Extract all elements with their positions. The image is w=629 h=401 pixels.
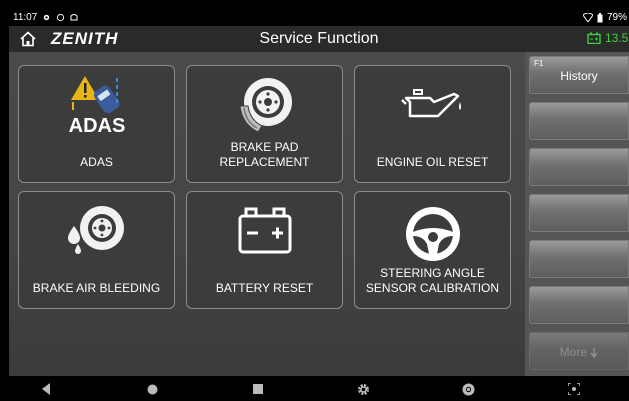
- empty-side-button[interactable]: [529, 102, 629, 140]
- battery-status-icon: [597, 12, 603, 23]
- empty-side-button[interactable]: [529, 240, 629, 278]
- home-circle-icon: [147, 384, 157, 394]
- side-panel: F1 History More: [525, 52, 629, 376]
- empty-side-button[interactable]: [529, 286, 629, 324]
- function-key-label: F1: [534, 59, 544, 68]
- tile-brake-air-bleeding[interactable]: BRAKE AIR BLEEDING: [18, 191, 175, 309]
- home-nav-button[interactable]: [145, 382, 159, 396]
- screenshot-button[interactable]: [567, 382, 581, 396]
- adas-icon: ADAS: [68, 76, 125, 136]
- notification-icon: [70, 13, 78, 22]
- tile-label: STEERING ANGLE SENSOR CALIBRATION: [365, 266, 500, 295]
- history-button[interactable]: F1 History: [529, 56, 629, 94]
- more-label: More: [530, 345, 628, 359]
- vehicle-voltage-indicator: 13.5: [587, 31, 628, 45]
- tile-steering-angle-sensor-calibration[interactable]: STEERING ANGLE SENSOR CALIBRATION: [354, 191, 511, 309]
- battery-icon: [238, 207, 291, 254]
- gear-icon: [357, 383, 369, 395]
- app-header: ZENITH Service Function 13.5: [9, 26, 629, 52]
- steering-wheel-icon: [405, 207, 460, 261]
- tile-battery-reset[interactable]: BATTERY RESET: [186, 191, 343, 309]
- settings-button[interactable]: [356, 382, 370, 396]
- brake-pad-icon: [238, 78, 292, 133]
- navigation-bar: [9, 376, 629, 401]
- tile-label: ADAS: [80, 155, 113, 169]
- empty-side-button[interactable]: [529, 194, 629, 232]
- status-bar: 11:07 79%: [9, 9, 629, 26]
- page-title: Service Function: [259, 30, 379, 47]
- arrow-down-icon: [590, 347, 598, 359]
- tile-brake-pad-replacement[interactable]: BRAKE PAD REPLACEMENT: [186, 65, 343, 183]
- empty-side-button[interactable]: [529, 148, 629, 186]
- tile-adas[interactable]: ADAS ADAS: [18, 65, 175, 183]
- voltage-value: 13.5: [605, 31, 629, 45]
- more-button[interactable]: More: [529, 332, 629, 370]
- chrome-icon: [462, 383, 474, 395]
- recents-button[interactable]: [251, 382, 265, 396]
- back-button[interactable]: [39, 382, 53, 396]
- car-battery-icon: [587, 32, 601, 44]
- history-label: History: [560, 69, 598, 83]
- svg-text:ADAS: ADAS: [68, 115, 125, 136]
- back-icon: [42, 383, 50, 395]
- tile-label: ENGINE OIL RESET: [376, 155, 489, 169]
- clock: 11:07: [13, 12, 38, 23]
- tile-label: BRAKE AIR BLEEDING: [32, 281, 161, 295]
- battery-percent: 79%: [606, 12, 627, 23]
- wifi-icon: [582, 13, 593, 22]
- brake-fluid-icon: [67, 206, 124, 254]
- tile-label: BRAKE PAD REPLACEMENT: [219, 140, 310, 169]
- browser-button[interactable]: [461, 382, 475, 396]
- service-function-grid: ADAS ADAS BRAKE PAD REPLACEMENT ENGINE O…: [9, 52, 525, 376]
- screenshot-icon: [568, 383, 580, 395]
- tile-engine-oil-reset[interactable]: ENGINE OIL RESET: [354, 65, 511, 183]
- settings-status-icon: [42, 13, 51, 22]
- oil-can-icon: [400, 89, 461, 118]
- tile-label: BATTERY RESET: [215, 281, 314, 295]
- sync-status-icon: [56, 13, 65, 22]
- recents-icon: [253, 384, 263, 394]
